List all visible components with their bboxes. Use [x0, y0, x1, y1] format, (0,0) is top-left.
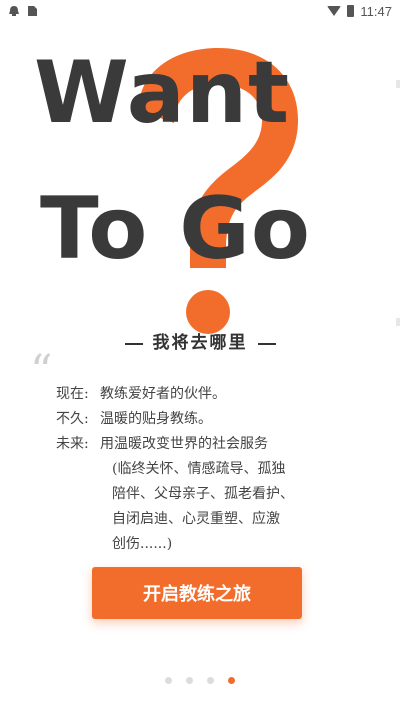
- status-time: 11:47: [360, 3, 392, 19]
- hero-word-want: Want: [34, 43, 291, 143]
- description-block: 现在: 教练爱好者的伙伴。 不久: 温暖的贴身教练。 未来: 用温暖改变世界的社…: [56, 382, 376, 557]
- page-dot-4-active[interactable]: [228, 677, 235, 684]
- page-dot-2[interactable]: [186, 677, 193, 684]
- now-label: 现在:: [56, 386, 89, 402]
- description-row-future: 未来: 用温暖改变世界的社会服务: [56, 432, 376, 457]
- storage-icon: [28, 6, 37, 16]
- wifi-icon: [327, 6, 342, 16]
- hero-graphic: Want To Go: [0, 28, 400, 334]
- subtitle-dash-left: [124, 342, 143, 345]
- subtitle-text: 我将去哪里: [152, 333, 248, 353]
- hero-word-to-go: To Go: [40, 179, 311, 279]
- services-line: 陪伴、父母亲子、孤老看护、: [112, 486, 294, 502]
- services-line: (临终关怀、情感疏导、孤独: [112, 461, 286, 477]
- start-coaching-label: 开启教练之旅: [143, 584, 251, 605]
- services-line: 自闭启迪、心灵重塑、应激: [112, 511, 280, 527]
- status-bar: 11:47: [0, 0, 400, 22]
- notification-icons: [8, 5, 38, 17]
- soon-label: 不久:: [56, 411, 89, 427]
- battery-icon: [347, 5, 355, 17]
- future-text: 用温暖改变世界的社会服务: [100, 436, 268, 452]
- services-list: (临终关怀、情感疏导、孤独 陪伴、父母亲子、孤老看护、 自闭启迪、心灵重塑、应激…: [112, 457, 376, 557]
- quote-icon: “: [30, 346, 53, 397]
- soon-text: 温暖的贴身教练。: [100, 411, 212, 427]
- start-coaching-button[interactable]: 开启教练之旅: [92, 567, 302, 619]
- edge-mark: [396, 80, 400, 88]
- notification-icon: [9, 6, 19, 16]
- page-dot-3[interactable]: [207, 677, 214, 684]
- page-indicator: [0, 677, 400, 684]
- description-row-now: 现在: 教练爱好者的伙伴。: [56, 382, 376, 407]
- page-dot-1[interactable]: [165, 677, 172, 684]
- description-row-soon: 不久: 温暖的贴身教练。: [56, 407, 376, 432]
- page-subtitle: 我将去哪里: [0, 328, 400, 353]
- services-line: 创伤......): [112, 536, 173, 552]
- edge-mark: [396, 318, 400, 326]
- subtitle-dash-right: [257, 342, 276, 345]
- future-label: 未来:: [56, 436, 89, 452]
- now-text: 教练爱好者的伙伴。: [100, 386, 226, 402]
